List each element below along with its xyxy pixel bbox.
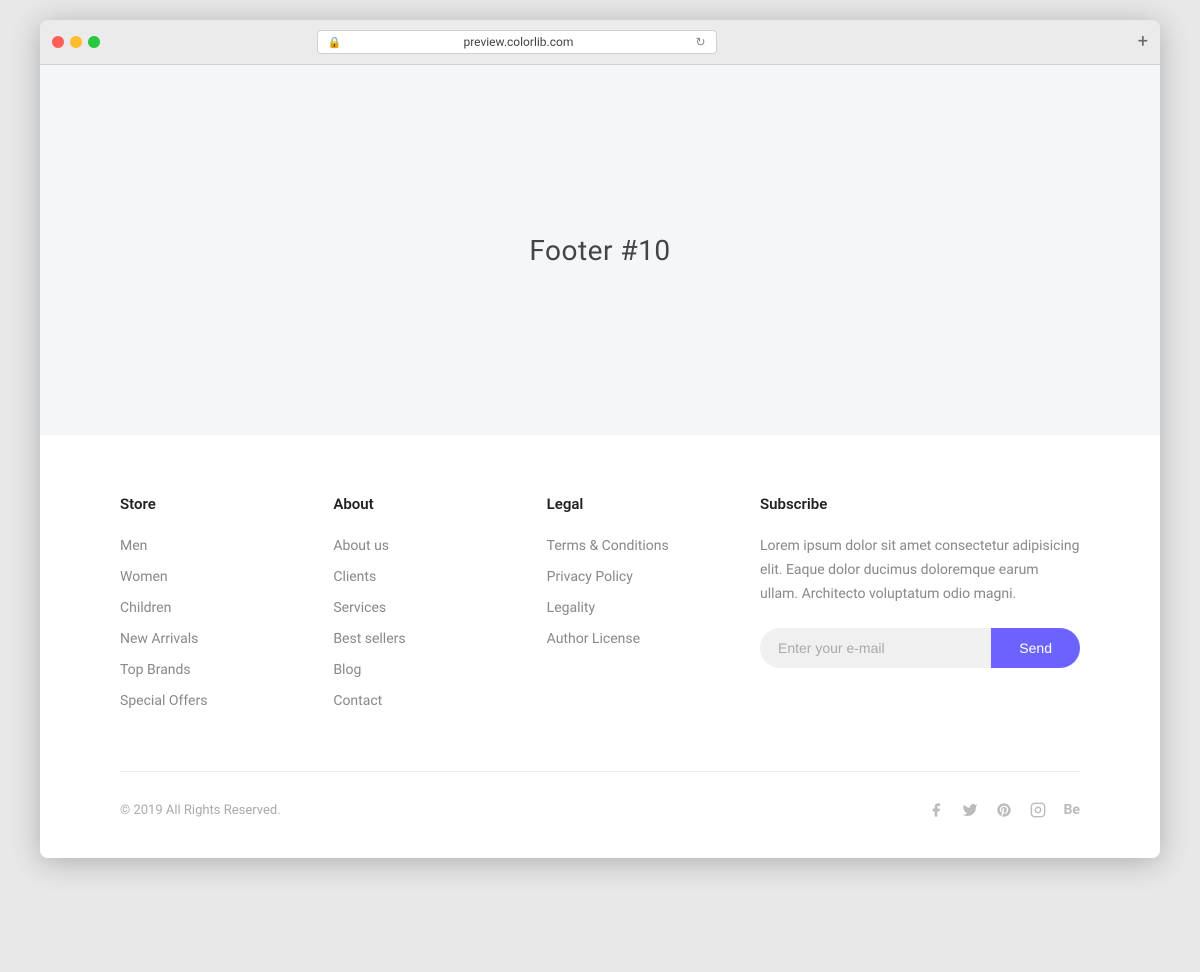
- footer-col-store: Store Men Women Children New Arrivals To…: [120, 495, 333, 721]
- address-bar: 🔒 preview.colorlib.com ↻: [317, 30, 717, 54]
- instagram-icon[interactable]: [1030, 802, 1046, 818]
- list-item: Clients: [333, 566, 546, 585]
- about-link-clients[interactable]: Clients: [333, 569, 376, 585]
- footer-top: Store Men Women Children New Arrivals To…: [120, 495, 1080, 771]
- email-input[interactable]: [760, 628, 991, 668]
- list-item: Author License: [547, 628, 760, 647]
- store-link-top-brands[interactable]: Top Brands: [120, 662, 191, 678]
- footer-col-about: About About us Clients Services Best sel…: [333, 495, 546, 721]
- store-link-men[interactable]: Men: [120, 538, 147, 554]
- store-link-children[interactable]: Children: [120, 600, 171, 616]
- about-links: About us Clients Services Best sellers B…: [333, 535, 546, 709]
- list-item: New Arrivals: [120, 628, 333, 647]
- about-link-services[interactable]: Services: [333, 600, 386, 616]
- browser-window: 🔒 preview.colorlib.com ↻ + Footer #10 St…: [40, 20, 1160, 858]
- footer: Store Men Women Children New Arrivals To…: [40, 435, 1160, 858]
- list-item: Terms & Conditions: [547, 535, 760, 554]
- subscribe-form: Send: [760, 628, 1080, 668]
- footer-divider: [120, 771, 1080, 772]
- store-link-special-offers[interactable]: Special Offers: [120, 693, 207, 709]
- store-links: Men Women Children New Arrivals Top Bran…: [120, 535, 333, 709]
- traffic-light-red[interactable]: [52, 36, 64, 48]
- list-item: About us: [333, 535, 546, 554]
- new-tab-button[interactable]: +: [1138, 33, 1148, 51]
- social-icons: Be: [928, 802, 1081, 818]
- legal-link-terms[interactable]: Terms & Conditions: [547, 538, 669, 554]
- pinterest-icon[interactable]: [996, 802, 1012, 818]
- subscribe-heading: Subscribe: [760, 495, 1080, 513]
- copyright-text: © 2019 All Rights Reserved.: [120, 803, 281, 818]
- legal-link-privacy[interactable]: Privacy Policy: [547, 569, 633, 585]
- about-link-best-sellers[interactable]: Best sellers: [333, 631, 405, 647]
- store-link-women[interactable]: Women: [120, 569, 168, 585]
- page-hero: Footer #10: [40, 65, 1160, 435]
- store-link-new-arrivals[interactable]: New Arrivals: [120, 631, 198, 647]
- list-item: Women: [120, 566, 333, 585]
- behance-icon[interactable]: Be: [1064, 802, 1081, 818]
- about-link-blog[interactable]: Blog: [333, 662, 361, 678]
- list-item: Special Offers: [120, 690, 333, 709]
- footer-col-subscribe: Subscribe Lorem ipsum dolor sit amet con…: [760, 495, 1080, 721]
- traffic-lights: [52, 36, 100, 48]
- footer-bottom: © 2019 All Rights Reserved.: [120, 802, 1080, 858]
- about-heading: About: [333, 495, 546, 513]
- list-item: Best sellers: [333, 628, 546, 647]
- address-url: preview.colorlib.com: [347, 35, 689, 49]
- legal-link-author-license[interactable]: Author License: [547, 631, 640, 647]
- list-item: Blog: [333, 659, 546, 678]
- facebook-icon[interactable]: [928, 802, 944, 818]
- traffic-light-yellow[interactable]: [70, 36, 82, 48]
- list-item: Services: [333, 597, 546, 616]
- refresh-icon[interactable]: ↻: [696, 35, 706, 49]
- send-button[interactable]: Send: [991, 628, 1080, 668]
- list-item: Children: [120, 597, 333, 616]
- legal-links: Terms & Conditions Privacy Policy Legali…: [547, 535, 760, 647]
- footer-col-legal: Legal Terms & Conditions Privacy Policy …: [547, 495, 760, 721]
- subscribe-description: Lorem ipsum dolor sit amet consectetur a…: [760, 535, 1080, 606]
- browser-chrome: 🔒 preview.colorlib.com ↻ +: [40, 20, 1160, 65]
- legal-link-legality[interactable]: Legality: [547, 600, 595, 616]
- list-item: Men: [120, 535, 333, 554]
- list-item: Contact: [333, 690, 546, 709]
- twitter-icon[interactable]: [962, 802, 978, 818]
- about-link-about-us[interactable]: About us: [333, 538, 389, 554]
- traffic-light-green[interactable]: [88, 36, 100, 48]
- page-title: Footer #10: [529, 234, 670, 267]
- list-item: Privacy Policy: [547, 566, 760, 585]
- legal-heading: Legal: [547, 495, 760, 513]
- list-item: Legality: [547, 597, 760, 616]
- store-heading: Store: [120, 495, 333, 513]
- lock-icon: 🔒: [328, 36, 342, 49]
- about-link-contact[interactable]: Contact: [333, 693, 382, 709]
- list-item: Top Brands: [120, 659, 333, 678]
